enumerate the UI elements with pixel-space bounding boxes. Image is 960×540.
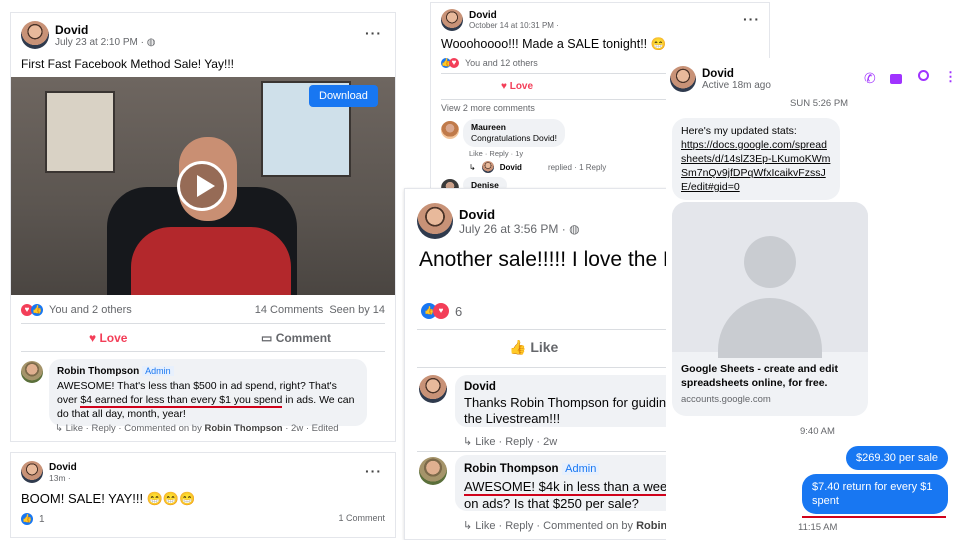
post-time[interactable]: 13m · [49, 473, 77, 483]
reply-link-icon: ↳ [55, 423, 63, 434]
heart-icon: ♥ [501, 81, 507, 92]
comment-highlight: AWESOME! $4k in less than a week [464, 479, 674, 496]
seen-count[interactable]: Seen by 14 [329, 304, 385, 316]
author-avatar[interactable] [21, 21, 49, 49]
comment-count[interactable]: 14 Comments [255, 304, 323, 316]
contact-avatar[interactable] [670, 66, 696, 92]
love-reaction-icon: ♥ [433, 303, 449, 319]
active-status: Active 18m ago [702, 79, 771, 91]
comment-text: Congratulations Dovid! [471, 133, 557, 143]
commenter-name[interactable]: Maureen [471, 122, 557, 133]
timestamp: 11:15 AM [798, 522, 838, 533]
comment-bubble: Robin Thompson Admin AWESOME! That's les… [49, 359, 367, 426]
more-options-icon[interactable]: ··· [365, 25, 382, 41]
author-avatar[interactable] [441, 9, 463, 31]
comment-age: · 2w · Edited [285, 423, 339, 434]
incoming-message[interactable]: Here's my updated stats: https://docs.go… [672, 118, 840, 200]
post-card-boom: Dovid 13m · ··· BOOM! SALE! YAY!!! 😁😁😁 👍… [10, 452, 396, 538]
download-button[interactable]: Download [309, 85, 378, 107]
more-options-icon[interactable]: ⋮ [944, 69, 957, 85]
reaction-summary[interactable]: You and 2 others [49, 304, 132, 316]
love-button[interactable]: ♥ Love [89, 331, 127, 345]
red-underline [802, 516, 946, 518]
comment-actions[interactable]: Like · Reply · 2w [475, 436, 557, 448]
search-icon[interactable] [918, 70, 929, 81]
post-card-first-sale: Dovid July 23 at 2:10 PM · ◍ ··· First F… [10, 12, 396, 442]
post-time[interactable]: July 23 at 2:10 PM · [55, 37, 144, 48]
timestamp: 9:40 AM [800, 426, 835, 437]
timestamp: SUN 5:26 PM [790, 98, 849, 109]
message-text: Here's my updated stats: [681, 125, 797, 137]
author-avatar[interactable] [21, 461, 43, 483]
reply-link-icon: ↳ [463, 520, 473, 532]
outgoing-message[interactable]: $269.30 per sale [846, 446, 948, 470]
author-name[interactable]: Dovid [55, 23, 155, 37]
like-reaction-icon: 👍 [21, 513, 33, 525]
reply-avatar[interactable] [481, 161, 494, 173]
reply-arrow-icon: ↳ [469, 162, 476, 172]
preview-title: Google Sheets - create and edit spreadsh… [681, 363, 838, 389]
post-card-another-sale: Dovid July 26 at 3:56 PM · ◍ Another sal… [404, 188, 704, 540]
like-button[interactable]: 👍 Like [509, 339, 558, 356]
reply-link-icon: ↳ [463, 436, 473, 448]
comment-actions[interactable]: Like · Reply · 1y [469, 149, 523, 158]
commenter-avatar[interactable] [419, 375, 447, 403]
post-text: First Fast Facebook Method Sale! Yay!!! [21, 57, 234, 71]
reaction-count[interactable]: 6 [455, 304, 462, 319]
commenter-avatar[interactable] [441, 121, 459, 139]
author-name[interactable]: Dovid [459, 207, 580, 222]
heart-icon: ♥ [89, 331, 97, 345]
reply-summary[interactable]: replied · 1 Reply [548, 163, 606, 172]
admin-badge: Admin [142, 366, 174, 376]
comment-button[interactable]: ▭ Comment [261, 331, 331, 345]
comment-actions[interactable]: Like · Reply · Commented on by [475, 520, 633, 532]
comment-highlight: $4 earned for less than every $1 you spe… [80, 394, 283, 408]
preview-image [672, 202, 868, 358]
post-text: BOOM! SALE! YAY!!! 😁😁😁 [21, 491, 196, 506]
comment-icon: ▭ [261, 331, 273, 345]
commenter-name[interactable]: Robin Thompson [57, 366, 139, 377]
post-text: Another sale!!!!! I love the Fast Method… [419, 248, 703, 271]
love-reaction-icon: ♥ [449, 58, 459, 68]
admin-badge: Admin [562, 463, 600, 475]
play-icon[interactable] [177, 161, 227, 211]
reaction-summary[interactable]: You and 12 others [465, 58, 538, 68]
post-text: Wooohoooo!!! Made a SALE tonight!! 😁 [441, 37, 667, 51]
outgoing-message[interactable]: $7.40 return for every $1 spent [802, 474, 948, 514]
love-button[interactable]: ♥ Love [501, 81, 533, 92]
video-call-icon[interactable] [890, 74, 902, 84]
globe-icon: ◍ [569, 221, 580, 236]
commenter-link[interactable]: Robin Thompson [204, 423, 282, 434]
more-options-icon[interactable]: ··· [365, 463, 382, 479]
post-time[interactable]: July 26 at 3:56 PM · [459, 222, 566, 236]
commenter-avatar[interactable] [21, 361, 43, 383]
comment-bubble: Maureen Congratulations Dovid! [463, 119, 565, 147]
author-name[interactable]: Dovid [469, 10, 559, 21]
video-player[interactable]: Download [11, 77, 395, 295]
phone-icon[interactable]: ✆ [864, 70, 876, 87]
commenter-name[interactable]: Robin Thompson [464, 463, 559, 475]
view-more-comments[interactable]: View 2 more comments [441, 103, 535, 113]
comment-count[interactable]: 1 Comment [338, 513, 385, 523]
person-body [131, 227, 291, 295]
post-time[interactable]: October 14 at 10:31 PM · [469, 21, 559, 30]
commenter-avatar[interactable] [419, 457, 447, 485]
reaction-count[interactable]: 1 [39, 514, 45, 525]
globe-icon: ◍ [146, 36, 156, 48]
messenger-panel: Dovid Active 18m ago ✆ ⋮ SUN 5:26 PM Her… [666, 58, 960, 540]
sheet-link[interactable]: https://docs.google.com/spreadsheets/d/1… [681, 138, 831, 194]
commenter-link[interactable]: Robin [636, 520, 667, 532]
comment-actions[interactable]: Like · Reply · Commented on by [66, 423, 202, 434]
author-avatar[interactable] [417, 203, 453, 239]
like-reaction-icon: 👍 [31, 304, 43, 316]
preview-domain: accounts.google.com [681, 394, 771, 405]
link-preview-card[interactable]: Google Sheets - create and edit spreadsh… [672, 202, 868, 416]
more-options-icon[interactable]: ··· [743, 11, 760, 27]
wall-art-left [45, 91, 115, 173]
reply-author[interactable]: Dovid [500, 163, 522, 172]
thumbs-up-icon: 👍 [509, 339, 527, 355]
author-name[interactable]: Dovid [49, 462, 77, 473]
contact-name[interactable]: Dovid [702, 68, 771, 80]
